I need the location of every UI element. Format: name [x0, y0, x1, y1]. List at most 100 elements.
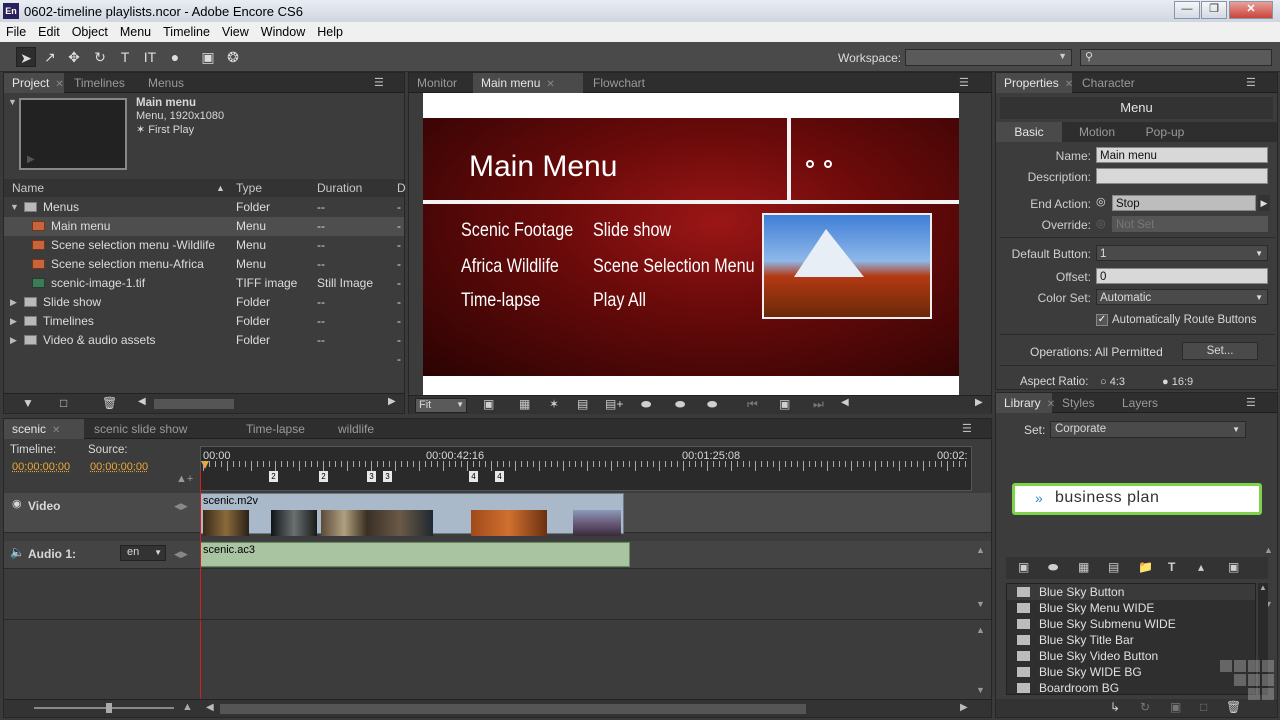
- library-item[interactable]: Blue Sky Button: [1007, 584, 1255, 600]
- aspect-16-9-radio[interactable]: ● 16:9: [1162, 376, 1193, 388]
- zoom-in-icon[interactable]: ▲: [182, 701, 193, 713]
- route-icon[interactable]: ✶: [549, 397, 559, 411]
- subtab-basic[interactable]: Basic: [996, 122, 1062, 142]
- selection-tool-icon[interactable]: ➤: [16, 47, 36, 67]
- tab-library[interactable]: Library ✕: [996, 393, 1055, 413]
- end-action-menu-icon[interactable]: ▶: [1258, 195, 1270, 211]
- menu-object[interactable]: Object: [66, 22, 114, 39]
- column-d[interactable]: D: [397, 179, 406, 197]
- color-set-dropdown[interactable]: Automatic ▼: [1096, 289, 1268, 305]
- horizontal-scrollbar[interactable]: [220, 704, 806, 714]
- menu-button-africa-wildlife[interactable]: Africa Wildlife: [461, 256, 559, 278]
- audio-clip[interactable]: scenic.ac3: [200, 542, 630, 567]
- button-shape3-icon[interactable]: ⬬: [707, 397, 717, 412]
- new-menu-icon[interactable]: ▣: [1170, 700, 1181, 714]
- background-filter-icon[interactable]: ▤: [1108, 560, 1119, 574]
- menu-image[interactable]: [762, 213, 932, 319]
- pickwhip-icon[interactable]: ◎: [1096, 195, 1109, 209]
- menu-filter-icon[interactable]: ▣: [1018, 560, 1029, 574]
- guides-icon[interactable]: ▦: [519, 397, 530, 411]
- zoom-tool-icon[interactable]: ●: [165, 47, 185, 67]
- next-frame-icon[interactable]: ⏭: [813, 397, 824, 412]
- tab-time-lapse[interactable]: Time-lapse: [238, 419, 328, 439]
- tab-character[interactable]: Character: [1074, 73, 1154, 93]
- menu-timeline[interactable]: Timeline: [157, 22, 216, 39]
- track-nav-icon[interactable]: ◀▶: [174, 549, 188, 560]
- tab-main-menu[interactable]: Main menu ✕: [473, 73, 583, 93]
- zoom-dropdown[interactable]: Fit ▼: [415, 398, 467, 413]
- panel-menu-icon[interactable]: ☰: [1246, 76, 1256, 89]
- tab-monitor[interactable]: Monitor: [409, 73, 471, 93]
- library-item[interactable]: Boardroom BG: [1007, 680, 1255, 694]
- trash-icon[interactable]: 🗑: [1226, 700, 1241, 714]
- new-item-icon[interactable]: □: [1200, 700, 1207, 714]
- trash-icon[interactable]: 🗑: [102, 396, 117, 410]
- library-set-dropdown[interactable]: Corporate ▼: [1050, 421, 1246, 438]
- text-filter-icon[interactable]: T: [1168, 560, 1175, 574]
- timeline-timecode[interactable]: 00;00;00;00: [12, 461, 70, 473]
- replace-filter-icon[interactable]: ▣: [1228, 560, 1239, 574]
- direct-select-tool-icon[interactable]: ↗: [40, 47, 60, 67]
- tab-properties[interactable]: Properties ✕: [996, 73, 1073, 93]
- collapsed-triangle-icon[interactable]: ▶: [10, 331, 17, 350]
- zoom-slider-thumb[interactable]: [106, 703, 112, 713]
- collapse-triangle-icon[interactable]: ▼: [8, 97, 17, 107]
- library-item[interactable]: Blue Sky Video Button: [1007, 648, 1255, 664]
- library-item[interactable]: Blue Sky Submenu WIDE: [1007, 616, 1255, 632]
- project-row[interactable]: ▼ Menus Folder -- --: [4, 198, 404, 233]
- tab-project[interactable]: Project ✕: [4, 73, 64, 93]
- scroll-down-icon[interactable]: ▼: [976, 685, 985, 695]
- subtab-motion[interactable]: Motion: [1064, 122, 1130, 142]
- scroll-down-icon[interactable]: ▼: [976, 599, 985, 609]
- menu-title[interactable]: Main Menu: [469, 150, 617, 184]
- scroll-up-icon[interactable]: ▲: [1264, 545, 1273, 555]
- auto-route-checkbox[interactable]: ✓: [1096, 314, 1108, 326]
- description-field[interactable]: [1096, 168, 1268, 184]
- folder-filter-icon[interactable]: 📁: [1138, 560, 1153, 574]
- project-row[interactable]: Scene selection menu -Wildlife Menu -- --: [4, 236, 404, 271]
- button-shape2-icon[interactable]: ⬬: [675, 397, 685, 412]
- tab-scenic[interactable]: scenic ✕: [4, 419, 84, 439]
- maximize-button[interactable]: ❐: [1201, 1, 1227, 19]
- close-tab-icon[interactable]: ✕: [52, 425, 60, 436]
- text-tool-icon[interactable]: T: [115, 47, 135, 67]
- menu-button-scene-selection[interactable]: Scene Selection Menu: [593, 256, 755, 278]
- scroll-up-icon[interactable]: ▲: [976, 625, 985, 635]
- zoom-slider[interactable]: [34, 707, 174, 709]
- shape-filter-icon[interactable]: ▴: [1198, 560, 1204, 574]
- menu-help[interactable]: Help: [311, 22, 349, 39]
- library-item[interactable]: Blue Sky WIDE BG: [1007, 664, 1255, 680]
- button-shape-icon[interactable]: ⬬: [641, 397, 651, 412]
- replace-icon[interactable]: ↻: [1140, 700, 1150, 714]
- route-tool-icon[interactable]: ❂: [223, 47, 243, 67]
- menu-button-slide-show[interactable]: Slide show: [593, 220, 671, 242]
- scroll-left-icon[interactable]: ◀: [138, 396, 146, 407]
- offset-field[interactable]: 0: [1096, 268, 1268, 284]
- aspect-4-3-radio[interactable]: ○ 4:3: [1100, 376, 1125, 388]
- column-type[interactable]: Type: [236, 179, 262, 197]
- video-clip[interactable]: scenic.m2v: [200, 493, 624, 536]
- frame-icon[interactable]: ▣: [779, 397, 790, 411]
- library-item[interactable]: Blue Sky Title Bar: [1007, 632, 1255, 648]
- menu-window[interactable]: Window: [255, 22, 311, 39]
- panel-menu-icon[interactable]: ☰: [1246, 396, 1256, 409]
- scroll-right-icon[interactable]: ▶: [960, 702, 968, 713]
- language-dropdown[interactable]: en ▼: [120, 545, 166, 561]
- close-tab-icon[interactable]: ✕: [1065, 79, 1073, 90]
- image-filter-icon[interactable]: ▦: [1078, 560, 1089, 574]
- eye-icon[interactable]: ◉: [12, 497, 22, 510]
- source-timecode[interactable]: 00;00;00;00: [90, 461, 148, 473]
- preview-tool-icon[interactable]: ▣: [198, 47, 218, 67]
- safe-area-icon[interactable]: ▣: [483, 397, 494, 411]
- project-row[interactable]: ▶ Timelines Folder -- --: [4, 312, 404, 347]
- search-input[interactable]: ⚲: [1080, 49, 1272, 66]
- scroll-left-icon[interactable]: ◀: [206, 702, 214, 713]
- scroll-up-icon[interactable]: ▲: [1259, 583, 1267, 592]
- minimize-button[interactable]: —: [1174, 1, 1200, 19]
- rotate-tool-icon[interactable]: ↻: [90, 47, 110, 67]
- scroll-right-icon[interactable]: ▶: [388, 396, 396, 407]
- move-tool-icon[interactable]: ✥: [64, 47, 84, 67]
- subtab-pop-up[interactable]: Pop-up: [1132, 122, 1198, 142]
- collapsed-triangle-icon[interactable]: ▶: [10, 312, 17, 331]
- tab-timelines[interactable]: Timelines: [66, 73, 138, 93]
